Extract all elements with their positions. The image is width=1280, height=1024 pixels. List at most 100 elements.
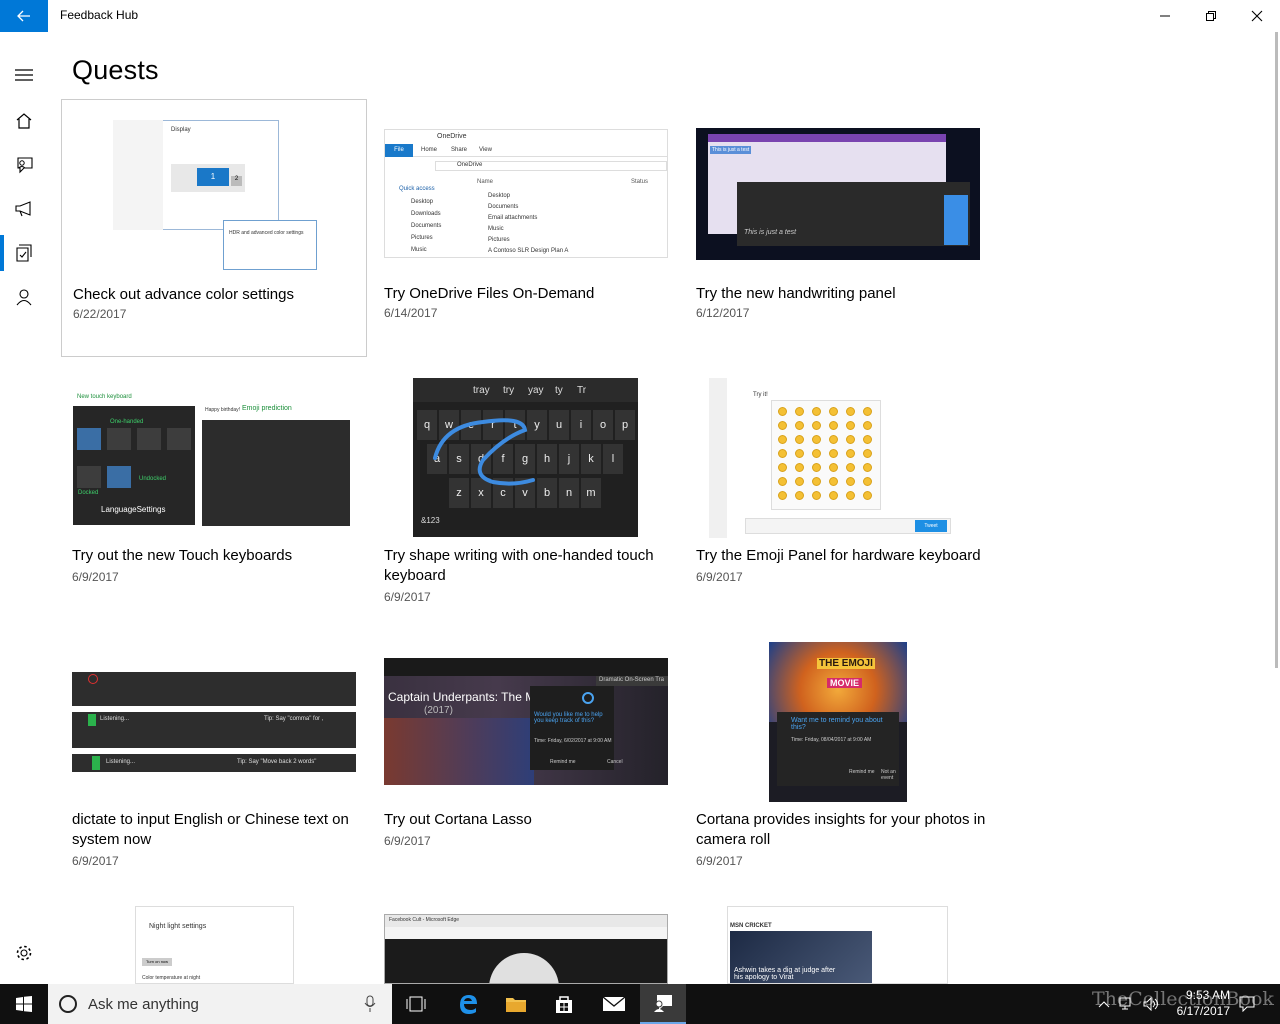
restore-button[interactable] xyxy=(1188,0,1234,32)
store-button[interactable] xyxy=(542,984,586,1024)
emoji-face-icon xyxy=(778,435,787,444)
back-arrow-icon xyxy=(17,10,30,22)
quest-date: 6/12/2017 xyxy=(696,306,750,320)
taskbar: Ask me anything TheCollectionBook 9:53 A… xyxy=(0,984,1280,1024)
emoji-face-icon xyxy=(863,407,872,416)
quest-thumbnail: New touch keyboard One-handed Undocked D… xyxy=(72,392,352,526)
quest-date: 6/9/2017 xyxy=(72,570,119,584)
quest-thumbnail: THE EMOJI MOVIE Want me to remind you ab… xyxy=(769,642,907,802)
quest-card-dictate[interactable]: Listening... Tip: Say "comma" for , List… xyxy=(61,629,367,887)
nav-home[interactable] xyxy=(0,99,48,143)
emoji-face-icon xyxy=(812,491,821,500)
quest-card-photo-insights[interactable]: THE EMOJI MOVIE Want me to remind you ab… xyxy=(685,629,991,887)
quest-card-cricket[interactable]: MSN CRICKET Ashwin takes a dig at judge … xyxy=(685,893,991,984)
clock-date: 6/17/2017 xyxy=(1176,1004,1230,1018)
emoji-face-icon xyxy=(795,477,804,486)
quest-card-night-light[interactable]: Night light settings Turn on now Color t… xyxy=(61,893,367,984)
emoji-face-icon xyxy=(795,421,804,430)
quest-date: 6/9/2017 xyxy=(384,834,431,848)
emoji-face-icon xyxy=(778,477,787,486)
network-button[interactable] xyxy=(1116,984,1138,1024)
quest-card-facebook[interactable]: Facebook Cult - Microsoft Edge xyxy=(373,893,679,984)
restore-icon xyxy=(1206,11,1216,21)
emoji-face-icon xyxy=(829,491,838,500)
quest-date: 6/9/2017 xyxy=(696,570,743,584)
edge-taskbar-button[interactable] xyxy=(446,984,490,1024)
feedback-hub-icon xyxy=(654,995,672,1012)
emoji-face-icon xyxy=(863,463,872,472)
mail-icon xyxy=(602,996,626,1011)
gear-icon xyxy=(16,945,32,961)
microphone-icon[interactable] xyxy=(364,995,376,1013)
quest-title: Cortana provides insights for your photo… xyxy=(696,811,986,848)
quest-title: Try out Cortana Lasso xyxy=(384,811,532,828)
emoji-face-icon xyxy=(846,491,855,500)
nav-feedback[interactable] xyxy=(0,143,48,187)
emoji-face-icon xyxy=(795,463,804,472)
quest-title: dictate to input English or Chinese text… xyxy=(72,811,349,848)
hamburger-menu-button[interactable] xyxy=(0,53,48,97)
task-view-button[interactable] xyxy=(394,984,438,1024)
search-placeholder: Ask me anything xyxy=(88,996,199,1013)
nav-quests[interactable] xyxy=(0,231,48,275)
quest-thumbnail: tray try yay ty Tr qwertyuiopasdfghjklzx… xyxy=(413,378,638,537)
quest-date: 6/9/2017 xyxy=(384,590,431,604)
quest-thumbnail: This is just a test This is just a test xyxy=(696,128,980,260)
vertical-scrollbar[interactable] xyxy=(1275,32,1278,668)
cortana-search-box[interactable]: Ask me anything xyxy=(48,984,392,1024)
emoji-face-icon xyxy=(778,407,787,416)
action-center-button[interactable] xyxy=(1236,984,1258,1024)
app-title: Feedback Hub xyxy=(60,8,139,22)
page-title: Quests xyxy=(72,55,159,85)
nav-announcements[interactable] xyxy=(0,187,48,231)
nav-settings[interactable] xyxy=(0,931,48,975)
quest-card-touch-keyboards[interactable]: New touch keyboard One-handed Undocked D… xyxy=(61,365,367,623)
quest-card-emoji-panel[interactable]: Try it! Tweet Try the Emoji Panel for ha… xyxy=(685,365,991,623)
minimize-button[interactable] xyxy=(1142,0,1188,32)
close-button[interactable] xyxy=(1234,0,1280,32)
speaker-icon xyxy=(1143,997,1158,1011)
mail-button[interactable] xyxy=(592,984,636,1024)
emoji-face-icon xyxy=(846,449,855,458)
network-icon xyxy=(1119,997,1131,1010)
emoji-face-icon xyxy=(778,449,787,458)
feedback-hub-taskbar-button[interactable] xyxy=(640,984,686,1024)
emoji-face-icon xyxy=(829,407,838,416)
clock[interactable]: 9:53 AM 6/17/2017 xyxy=(1166,987,1230,1019)
quest-card-onedrive[interactable]: OneDrive File Home Share View OneDrive N… xyxy=(373,99,679,357)
cortana-circle-icon xyxy=(59,995,77,1013)
quest-card-cortana-lasso[interactable]: Dramatic On-Screen Tra Captain Underpant… xyxy=(373,629,679,887)
emoji-face-icon xyxy=(812,449,821,458)
quest-card-handwriting[interactable]: This is just a test This is just a test … xyxy=(685,99,991,357)
emoji-face-icon xyxy=(846,477,855,486)
emoji-face-icon xyxy=(863,477,872,486)
emoji-face-icon xyxy=(829,421,838,430)
show-hidden-icons-button[interactable] xyxy=(1094,984,1114,1024)
chevron-up-icon xyxy=(1098,1001,1110,1008)
nav-profile[interactable] xyxy=(0,275,48,319)
store-bag-icon xyxy=(556,996,572,1013)
start-button[interactable] xyxy=(0,984,48,1024)
emoji-face-icon xyxy=(795,491,804,500)
title-bar: Feedback Hub xyxy=(0,0,1280,32)
volume-button[interactable] xyxy=(1140,984,1162,1024)
edge-icon xyxy=(460,995,477,1014)
quest-card-shape-writing[interactable]: tray try yay ty Tr qwertyuiopasdfghjklzx… xyxy=(373,365,679,623)
back-button[interactable] xyxy=(0,0,48,32)
emoji-face-icon xyxy=(812,421,821,430)
emoji-face-icon xyxy=(812,407,821,416)
nav-rail xyxy=(0,32,48,984)
quest-thumbnail: Display 1 2 HDR and advanced color setti… xyxy=(113,118,317,272)
file-explorer-button[interactable] xyxy=(494,984,538,1024)
clock-time: 9:53 AM xyxy=(1185,988,1230,1002)
quest-card-color-settings[interactable]: Display 1 2 HDR and advanced color setti… xyxy=(61,99,367,357)
emoji-face-icon xyxy=(829,449,838,458)
person-icon xyxy=(16,289,32,306)
folder-icon xyxy=(506,998,526,1012)
notification-icon xyxy=(1239,996,1255,1012)
quest-date: 6/9/2017 xyxy=(696,854,743,868)
quest-title: Try the new handwriting panel xyxy=(696,285,896,302)
emoji-face-icon xyxy=(812,463,821,472)
close-icon xyxy=(1251,10,1263,22)
quest-date: 6/14/2017 xyxy=(384,306,438,320)
